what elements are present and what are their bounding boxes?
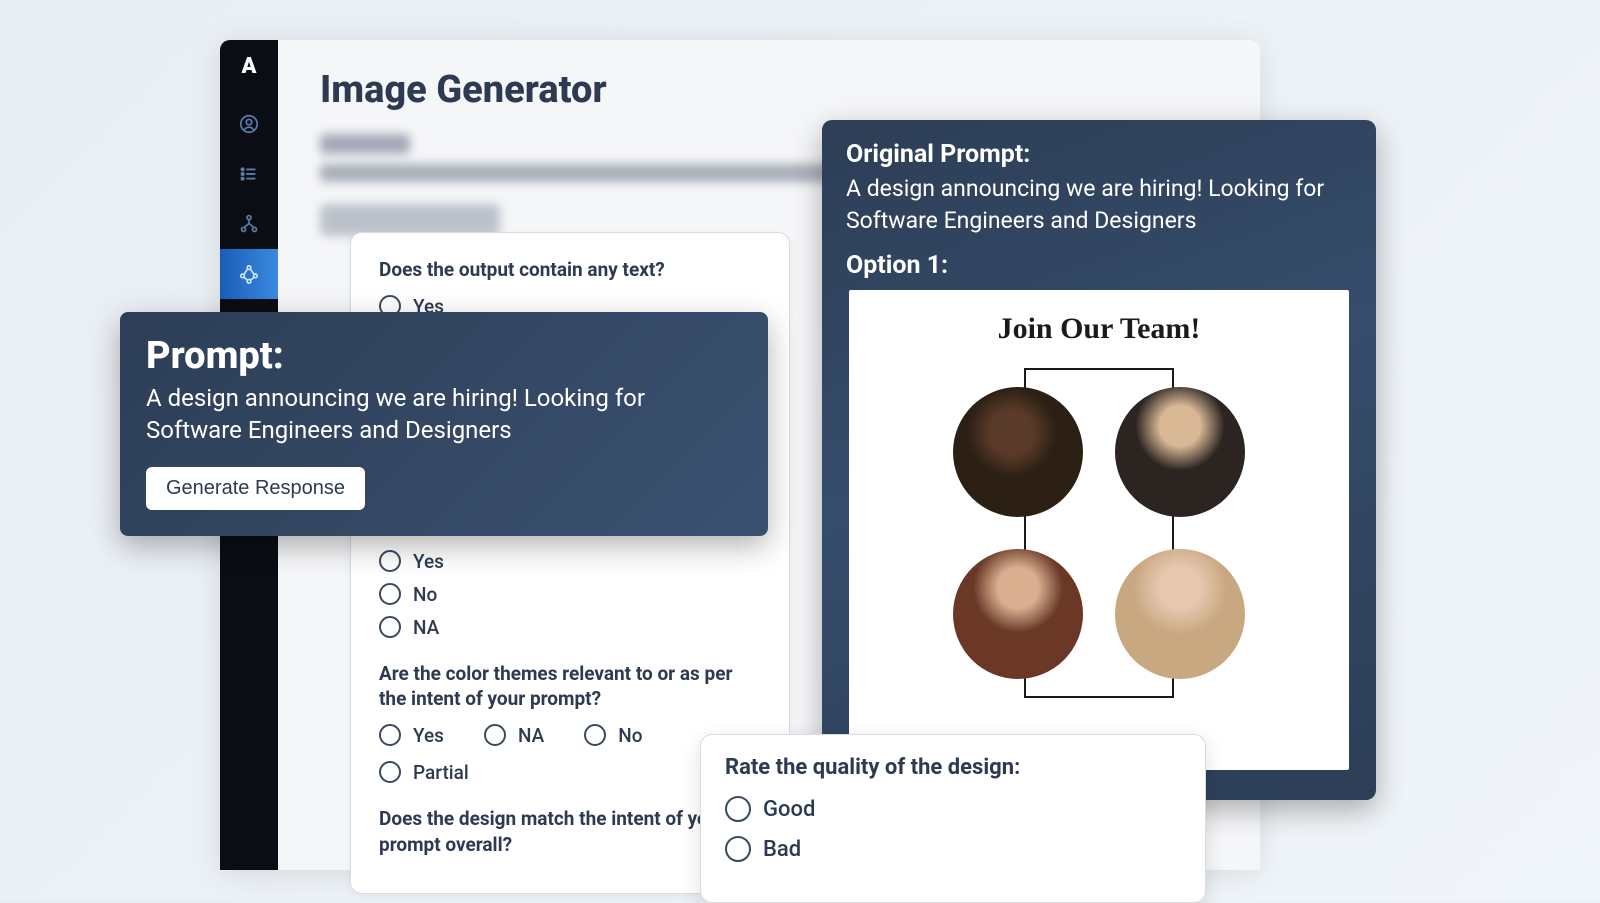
hierarchy-icon [238,213,260,235]
option-label: Option 1: [846,251,1352,280]
list-icon [238,163,260,185]
avatar-frame [1024,368,1174,698]
option-label: Partial [413,761,469,784]
option-no[interactable]: No [379,583,761,606]
question-title: Does the output contain any text? [379,257,761,283]
avatar-grid [943,377,1255,689]
radio-icon [484,724,506,746]
question-title: Are the color themes relevant to or as p… [379,661,761,712]
radio-icon [379,724,401,746]
question-hidden-yesno: Yes No NA [379,550,761,639]
rating-card: Rate the quality of the design: Good Bad [700,734,1206,903]
radio-icon [379,550,401,572]
generate-response-button[interactable]: Generate Response [146,467,365,510]
option-no[interactable]: No [584,724,642,747]
avatar [953,387,1083,517]
page-title: Image Generator [320,68,1218,112]
radio-icon [379,583,401,605]
option-yes[interactable]: Yes [379,550,761,573]
option-label: Yes [413,724,444,747]
prompt-heading: Prompt: [146,334,742,378]
option-good[interactable]: Good [725,796,1181,822]
option-partial[interactable]: Partial [379,761,469,784]
radio-icon [379,761,401,783]
avatar [953,549,1083,679]
design-preview-title: Join Our Team! [998,312,1201,346]
radio-icon [725,836,751,862]
radio-icon [379,616,401,638]
option-label: Good [763,797,815,822]
person-circle-icon [238,113,260,135]
option-na[interactable]: NA [484,724,544,747]
rating-title: Rate the quality of the design: [725,755,1181,780]
radio-icon [725,796,751,822]
radio-icon [584,724,606,746]
option-label: No [413,583,437,606]
sidebar-item-generate[interactable] [220,249,278,299]
sidebar-item-profile[interactable] [220,99,278,149]
option-yes[interactable]: Yes [379,724,444,747]
avatar [1115,387,1245,517]
original-prompt-label: Original Prompt: [846,140,1352,169]
prompt-text: A design announcing we are hiring! Looki… [146,382,742,447]
prompt-card: Prompt: A design announcing we are hirin… [120,312,768,536]
avatar [1115,549,1245,679]
original-prompt-text: A design announcing we are hiring! Looki… [846,173,1352,237]
option-label: Bad [763,837,801,862]
option-label: NA [413,616,439,639]
option-label: Yes [413,550,444,573]
sidebar-item-tree[interactable] [220,199,278,249]
design-preview: Join Our Team! [849,290,1349,770]
question-text-output: Does the output contain any text? Yes [379,257,761,318]
app-logo: A [242,54,257,79]
sidebar-item-list[interactable] [220,149,278,199]
option-label: NA [518,724,544,747]
option-na[interactable]: NA [379,616,761,639]
nodes-icon [238,263,260,285]
original-prompt-card: Original Prompt: A design announcing we … [822,120,1376,800]
option-bad[interactable]: Bad [725,836,1181,862]
option-label: No [618,724,642,747]
